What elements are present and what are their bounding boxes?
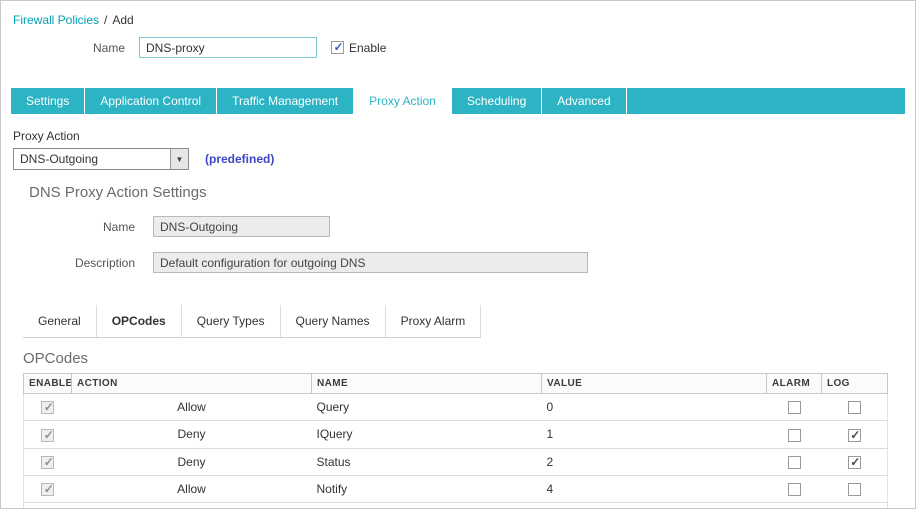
enabled-checkbox[interactable] xyxy=(41,428,55,442)
alarm-checkbox[interactable] xyxy=(787,401,801,415)
table-row: Deny Status 2 xyxy=(23,448,888,476)
proxy-action-row: DNS-Outgoing ▼ (predefined) xyxy=(13,148,915,170)
policy-name-label: Name xyxy=(92,40,125,55)
tab-settings[interactable]: Settings xyxy=(11,88,86,114)
table-row: Allow Query 0 xyxy=(23,393,888,422)
value-cell: 5 xyxy=(541,502,767,508)
name-cell: Status xyxy=(311,448,542,476)
dns-proxy-settings-title: DNS Proxy Action Settings xyxy=(29,184,207,201)
breadcrumb: Firewall Policies / Add xyxy=(1,1,915,27)
tab-proxy-action[interactable]: Proxy Action xyxy=(354,88,452,114)
main-tab-bar: Settings Application Control Traffic Man… xyxy=(11,88,905,114)
enabled-checkbox[interactable] xyxy=(41,400,55,415)
breadcrumb-separator: / xyxy=(104,13,108,27)
tab-application-control[interactable]: Application Control xyxy=(85,88,218,114)
table-row: Deny IQuery 1 xyxy=(23,420,888,449)
alarm-checkbox[interactable] xyxy=(787,428,801,442)
column-header-alarm: ALARM xyxy=(766,373,822,394)
action-name-label: Name xyxy=(102,219,135,234)
opcodes-title: OPCodes xyxy=(23,350,89,367)
proxy-subtabs: General OPCodes Query Types Query Names … xyxy=(23,305,482,338)
column-header-value: VALUE xyxy=(541,373,767,394)
column-header-action: ACTION xyxy=(71,373,312,394)
value-cell: 2 xyxy=(541,448,767,476)
table-row: Allow Notify 4 xyxy=(23,475,888,504)
tab-scheduling[interactable]: Scheduling xyxy=(452,88,543,114)
enabled-checkbox[interactable] xyxy=(41,482,55,497)
tab-traffic-management[interactable]: Traffic Management xyxy=(217,88,355,114)
chevron-down-icon[interactable]: ▼ xyxy=(170,149,188,169)
action-cell: Allow xyxy=(71,502,312,508)
action-cell: Allow xyxy=(71,393,312,422)
proxy-action-selected-value: DNS-Outgoing xyxy=(20,152,99,166)
table-header-row: ENABLED ACTION NAME VALUE ALARM LOG xyxy=(23,373,888,394)
proxy-action-label: Proxy Action xyxy=(13,129,80,143)
firewall-policy-page: Firewall Policies / Add Name Enable Settin… xyxy=(0,0,916,509)
subtab-proxy-alarm[interactable]: Proxy Alarm xyxy=(386,305,482,337)
action-name-row: Name xyxy=(1,216,915,237)
table-row: Allow Update 5 xyxy=(23,502,888,508)
column-header-name: NAME xyxy=(311,373,542,394)
enabled-checkbox[interactable] xyxy=(41,455,55,469)
log-checkbox[interactable] xyxy=(847,428,862,442)
enable-wrap: Enable xyxy=(331,40,387,55)
subtab-query-types[interactable]: Query Types xyxy=(182,305,281,337)
enable-checkbox[interactable] xyxy=(331,40,345,54)
description-input xyxy=(153,252,588,273)
predefined-note: (predefined) xyxy=(205,152,275,166)
description-label: Description xyxy=(74,255,135,270)
breadcrumb-firewall-policies-link[interactable]: Firewall Policies xyxy=(13,13,99,27)
action-cell: Deny xyxy=(71,420,312,449)
description-row: Description xyxy=(1,252,915,273)
opcodes-table: ENABLED ACTION NAME VALUE ALARM LOG Allo… xyxy=(23,373,888,508)
log-checkbox[interactable] xyxy=(847,483,861,497)
alarm-checkbox[interactable] xyxy=(787,455,801,469)
name-cell: Query xyxy=(311,393,542,422)
action-cell: Allow xyxy=(71,475,312,504)
subtab-opcodes[interactable]: OPCodes xyxy=(97,305,182,337)
name-cell: Notify xyxy=(311,475,542,504)
name-cell: Update xyxy=(311,502,542,508)
log-checkbox[interactable] xyxy=(847,455,862,469)
column-header-log: LOG xyxy=(821,373,888,394)
subtab-general[interactable]: General xyxy=(23,305,97,337)
value-cell: 4 xyxy=(541,475,767,504)
tab-advanced[interactable]: Advanced xyxy=(542,88,627,114)
proxy-action-select[interactable]: DNS-Outgoing ▼ xyxy=(13,148,189,170)
name-cell: IQuery xyxy=(311,420,542,449)
policy-name-input[interactable] xyxy=(139,37,317,58)
policy-name-row: Name Enable xyxy=(1,37,915,58)
alarm-checkbox[interactable] xyxy=(787,483,801,497)
value-cell: 0 xyxy=(541,393,767,422)
column-header-enabled: ENABLED xyxy=(23,373,72,394)
log-checkbox[interactable] xyxy=(847,401,861,415)
action-name-input xyxy=(153,216,330,237)
value-cell: 1 xyxy=(541,420,767,449)
breadcrumb-current: Add xyxy=(112,13,134,27)
enable-label: Enable xyxy=(349,40,387,55)
action-cell: Deny xyxy=(71,448,312,476)
subtab-query-names[interactable]: Query Names xyxy=(281,305,386,337)
